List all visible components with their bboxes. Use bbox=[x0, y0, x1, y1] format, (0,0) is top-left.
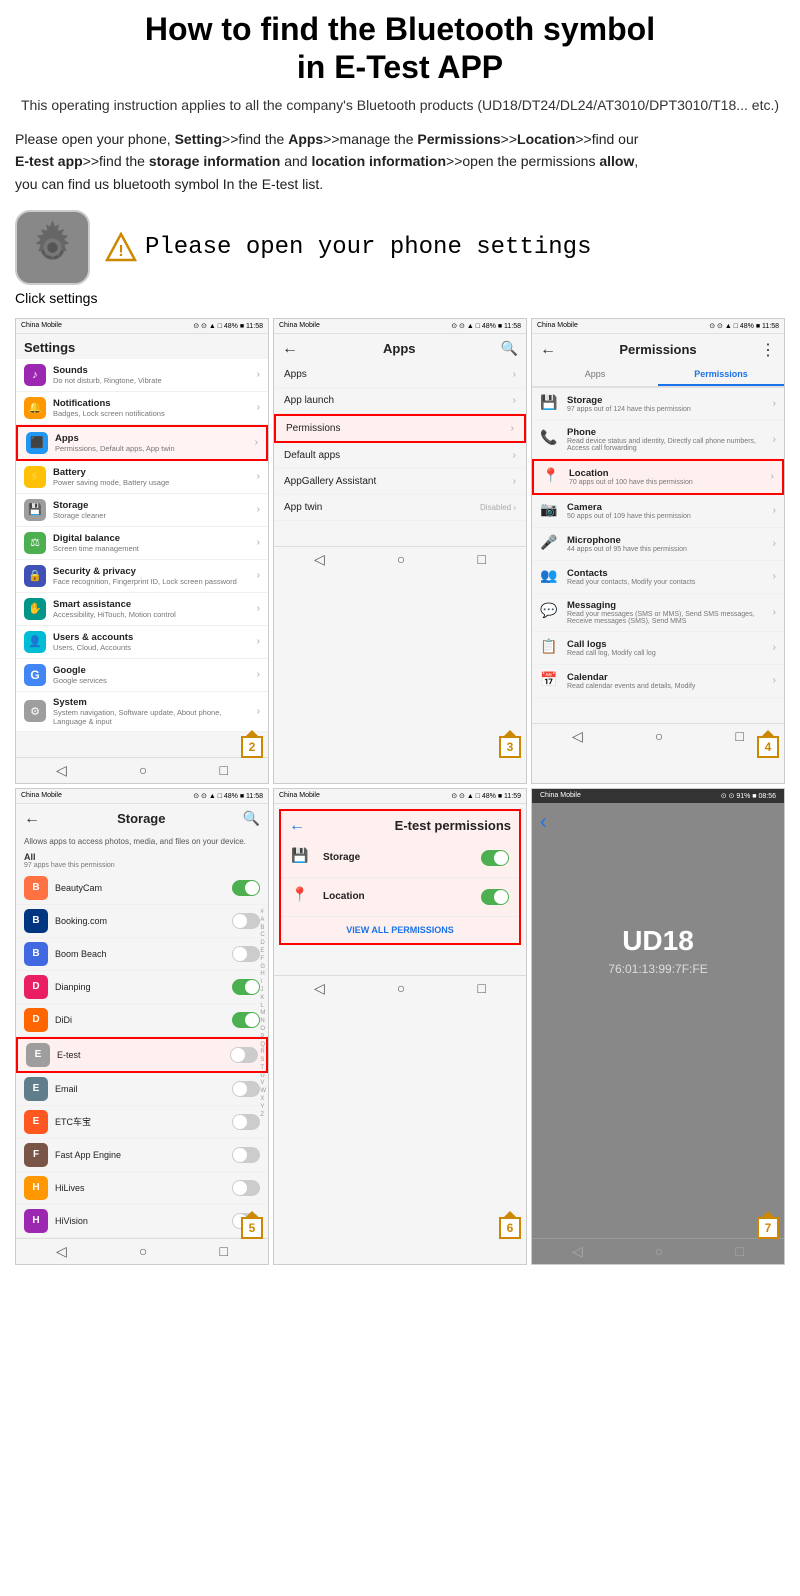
perm-microphone[interactable]: 🎤 Microphone 44 apps out of 95 have this… bbox=[532, 528, 784, 561]
svg-text:!: ! bbox=[118, 243, 123, 260]
app-etest[interactable]: E E-test bbox=[16, 1037, 268, 1073]
app-etc[interactable]: E ETC车宝 bbox=[16, 1106, 268, 1139]
phone-screen-1: China Mobile ⊙ ⊙ ▲ □ 48% ■ 11:58 Setting… bbox=[15, 318, 269, 784]
phone-status-bar-4: China Mobile ⊙ ⊙ ▲ □ 48% ■ 11:58 bbox=[16, 789, 268, 804]
phone-status-bar-2: China Mobile ⊙ ⊙ ▲ □ 48% ■ 11:58 bbox=[274, 319, 526, 334]
phone-status-bar-1: China Mobile ⊙ ⊙ ▲ □ 48% ■ 11:58 bbox=[16, 319, 268, 334]
app-beautycam[interactable]: B BeautyCam bbox=[16, 872, 268, 905]
permissions-tabs: Apps Permissions bbox=[532, 364, 784, 388]
page-title: How to find the Bluetooth symbol in E-Te… bbox=[15, 10, 785, 87]
apps-item-launch[interactable]: App launch › bbox=[274, 388, 526, 414]
perm-messaging[interactable]: 💬 Messaging Read your messages (SMS or M… bbox=[532, 594, 784, 632]
ud18-content: UD18 76:01:13:99:7F:FE bbox=[532, 842, 784, 1060]
step-badge-5: 6 bbox=[499, 1217, 521, 1239]
warning-icon: ! bbox=[105, 232, 137, 262]
step-badge-3: 4 bbox=[757, 736, 779, 758]
phone-screen-2: China Mobile ⊙ ⊙ ▲ □ 48% ■ 11:58 ← Apps … bbox=[273, 318, 527, 784]
settings-storage[interactable]: 💾 Storage Storage cleaner › bbox=[16, 494, 268, 527]
ud18-back-button[interactable]: ‹ bbox=[540, 811, 547, 833]
apps-title-bar: ← Apps 🔍 bbox=[274, 334, 526, 362]
etest-perm-list: 💾 Storage 📍 Location bbox=[281, 839, 519, 917]
nav-bar-1: ◁○□ bbox=[16, 757, 268, 783]
storage-title-bar: ← Storage 🔍 bbox=[16, 804, 268, 832]
step-badge-4: 5 bbox=[241, 1217, 263, 1239]
phone-status-bar-5: China Mobile ⊙ ⊙ ▲ □ 48% ■ 11:59 bbox=[274, 789, 526, 804]
apps-item-permissions[interactable]: Permissions › bbox=[274, 414, 526, 443]
perm-location[interactable]: 📍 Location 70 apps out of 100 have this … bbox=[532, 459, 784, 495]
app-didi[interactable]: D DiDi bbox=[16, 1004, 268, 1037]
step-badge-2: 3 bbox=[499, 736, 521, 758]
click-settings-label: Click settings bbox=[15, 290, 785, 306]
app-boombeach[interactable]: B Boom Beach bbox=[16, 938, 268, 971]
permissions-list: 💾 Storage 97 apps out of 124 have this p… bbox=[532, 388, 784, 698]
all-header: All 97 apps have this permission bbox=[16, 849, 268, 872]
apps-list: Apps › App launch › Permissions › Defaul… bbox=[274, 362, 526, 521]
settings-apps[interactable]: ⬛ Apps Permissions, Default apps, App tw… bbox=[16, 425, 268, 461]
etest-perm-title-bar: ← E-test permissions bbox=[281, 811, 519, 839]
tab-permissions[interactable]: Permissions bbox=[658, 364, 784, 386]
step-badge-1: 2 bbox=[241, 736, 263, 758]
settings-title-bar: Settings bbox=[16, 334, 268, 359]
storage-description: Allows apps to access photos, media, and… bbox=[16, 832, 268, 849]
settings-battery[interactable]: ⚡ Battery Power saving mode, Battery usa… bbox=[16, 461, 268, 494]
phone-screen-5: China Mobile ⊙ ⊙ ▲ □ 48% ■ 11:59 ← E-tes… bbox=[273, 788, 527, 1265]
phone-status-bar-3: China Mobile ⊙ ⊙ ▲ □ 48% ■ 11:58 bbox=[532, 319, 784, 334]
instructions: Please open your phone, Setting>>find th… bbox=[15, 128, 785, 195]
etest-perm-location[interactable]: 📍 Location bbox=[281, 878, 519, 917]
settings-users[interactable]: 👤 Users & accounts Users, Cloud, Account… bbox=[16, 626, 268, 659]
settings-list: ♪ Sounds Do not disturb, Ringtone, Vibra… bbox=[16, 359, 268, 732]
settings-google[interactable]: G Google Google services › bbox=[16, 659, 268, 692]
perm-camera[interactable]: 📷 Camera 50 apps out of 109 have this pe… bbox=[532, 495, 784, 528]
app-list: B BeautyCam B Booking.com B Boom Beach D… bbox=[16, 872, 268, 1238]
settings-digital-balance[interactable]: ⚖ Digital balance Screen time management… bbox=[16, 527, 268, 560]
perm-calllogs[interactable]: 📋 Call logs Read call log, Modify call l… bbox=[532, 632, 784, 665]
app-hivision[interactable]: H HiVision bbox=[16, 1205, 268, 1238]
etest-perm-storage[interactable]: 💾 Storage bbox=[281, 839, 519, 878]
settings-notifications[interactable]: 🔔 Notifications Badges, Lock screen noti… bbox=[16, 392, 268, 425]
nav-bar-4: ◁○□ bbox=[16, 1238, 268, 1264]
nav-bar-5: ◁○□ bbox=[274, 975, 526, 1001]
nav-bar-3: ◁○□ bbox=[532, 723, 784, 749]
perm-contacts[interactable]: 👥 Contacts Read your contacts, Modify yo… bbox=[532, 561, 784, 594]
nav-bar-6: ◁○□ bbox=[532, 1238, 784, 1264]
ud18-status-bar: China Mobile ⊙ ⊙ 91% ■ 08:56 bbox=[532, 789, 784, 803]
permissions-title-bar: ← Permissions ⋮ bbox=[532, 334, 784, 364]
settings-system[interactable]: ⚙ System System navigation, Software upd… bbox=[16, 692, 268, 732]
apps-item-apps[interactable]: Apps › bbox=[274, 362, 526, 388]
alphabet-sidebar: #ABCDE FGHIJK LMNOPQ RSTUVW XYZ bbox=[260, 909, 266, 1120]
perm-phone[interactable]: 📞 Phone Read device status and identity,… bbox=[532, 421, 784, 459]
step-badge-6: 7 bbox=[757, 1217, 779, 1239]
nav-bar-2: ◁○□ bbox=[274, 546, 526, 572]
app-hilives[interactable]: H HiLives bbox=[16, 1172, 268, 1205]
view-all-permissions[interactable]: VIEW ALL PERMISSIONS bbox=[281, 917, 519, 943]
phone-screen-6: China Mobile ⊙ ⊙ 91% ■ 08:56 ‹ UD18 76:0… bbox=[531, 788, 785, 1265]
phone-screen-4: China Mobile ⊙ ⊙ ▲ □ 48% ■ 11:58 ← Stora… bbox=[15, 788, 269, 1265]
phone-screen-3: China Mobile ⊙ ⊙ ▲ □ 48% ■ 11:58 ← Permi… bbox=[531, 318, 785, 784]
app-booking[interactable]: B Booking.com bbox=[16, 905, 268, 938]
subtitle: This operating instruction applies to al… bbox=[15, 95, 785, 116]
settings-smart-assistance[interactable]: ✋ Smart assistance Accessibility, HiTouc… bbox=[16, 593, 268, 626]
apps-item-default[interactable]: Default apps › bbox=[274, 443, 526, 469]
app-fastappengine[interactable]: F Fast App Engine bbox=[16, 1139, 268, 1172]
open-settings-text: Please open your phone settings bbox=[145, 234, 591, 261]
perm-calendar[interactable]: 📅 Calendar Read calendar events and deta… bbox=[532, 665, 784, 698]
app-dianping[interactable]: D Dianping bbox=[16, 971, 268, 1004]
tab-apps[interactable]: Apps bbox=[532, 364, 658, 386]
apps-item-twin[interactable]: App twin Disabled › bbox=[274, 495, 526, 521]
app-email[interactable]: E Email bbox=[16, 1073, 268, 1106]
perm-storage[interactable]: 💾 Storage 97 apps out of 124 have this p… bbox=[532, 388, 784, 421]
ud18-device-name: UD18 bbox=[622, 925, 694, 957]
ud18-device-address: 76:01:13:99:7F:FE bbox=[608, 962, 707, 976]
apps-item-gallery[interactable]: AppGallery Assistant › bbox=[274, 469, 526, 495]
settings-sounds[interactable]: ♪ Sounds Do not disturb, Ringtone, Vibra… bbox=[16, 359, 268, 392]
settings-app-icon bbox=[15, 210, 90, 285]
settings-security[interactable]: 🔒 Security & privacy Face recognition, F… bbox=[16, 560, 268, 593]
